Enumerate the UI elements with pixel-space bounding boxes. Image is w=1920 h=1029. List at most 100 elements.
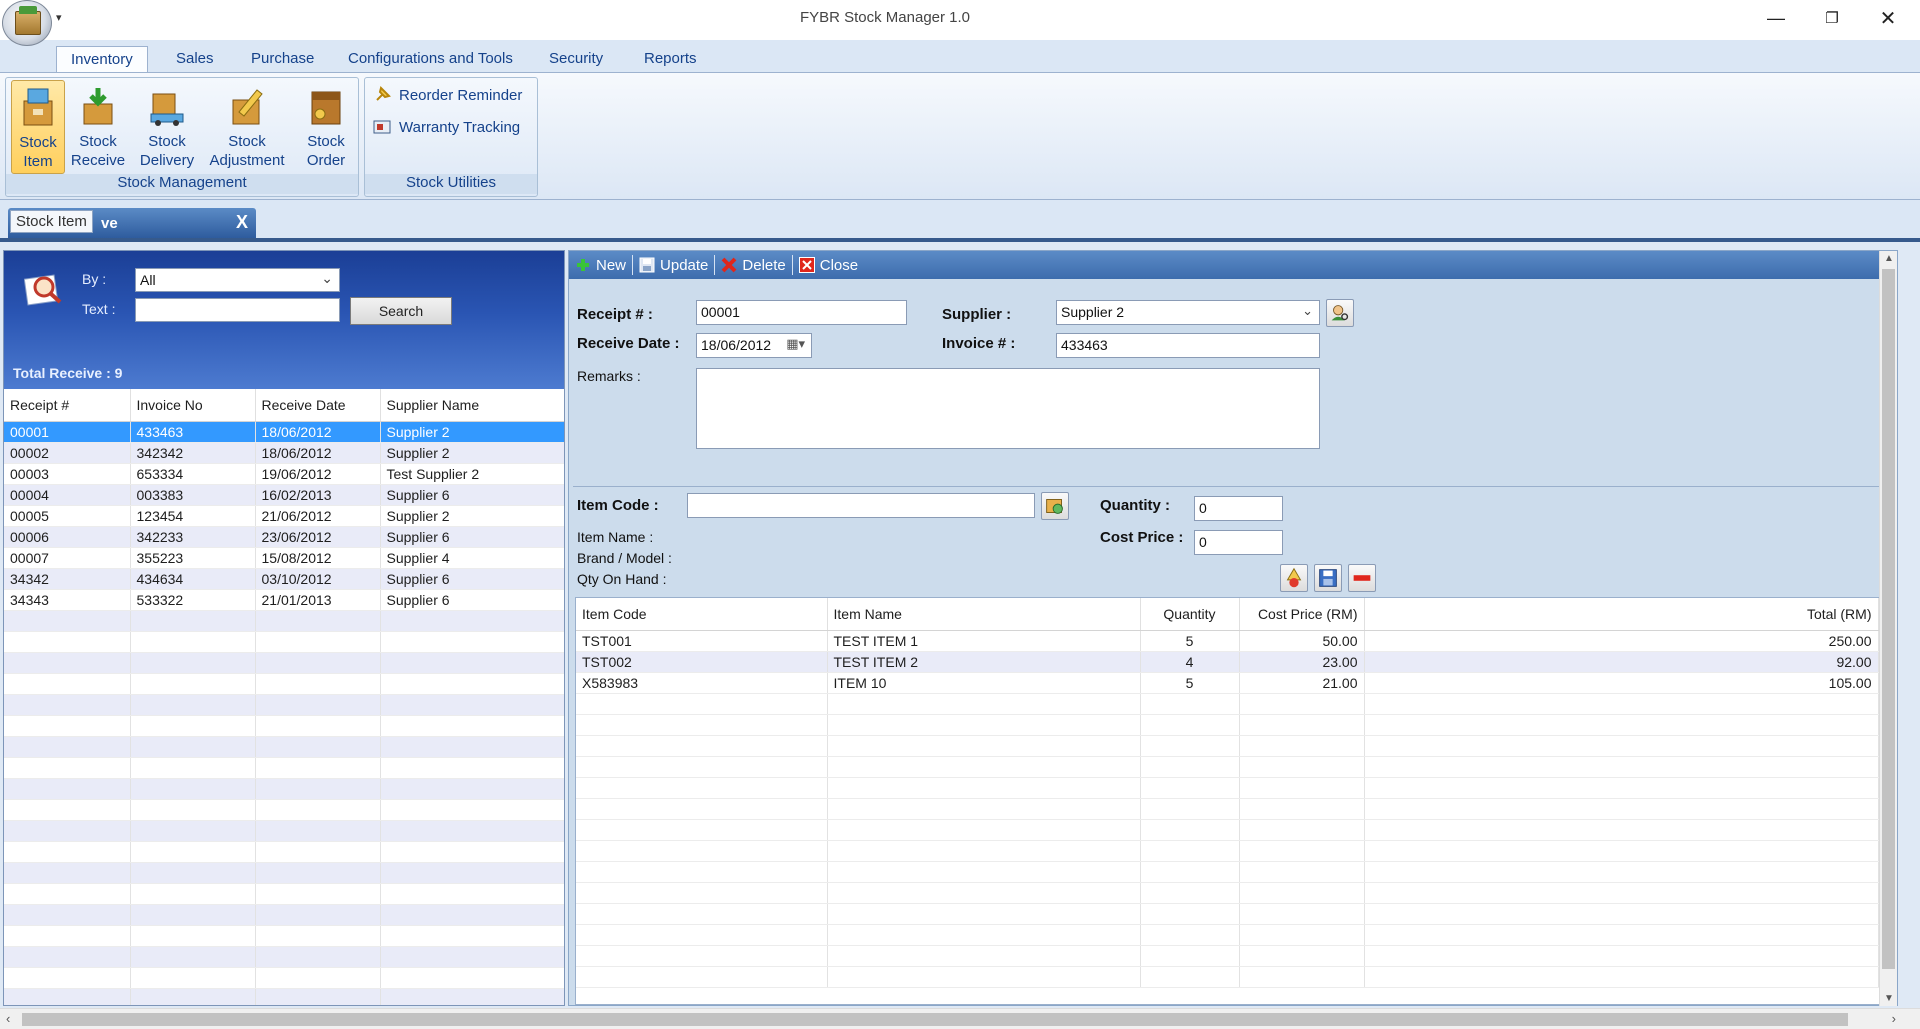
reorder-reminder-button[interactable]: Reorder Reminder bbox=[373, 82, 522, 108]
supplier-lookup-button[interactable] bbox=[1326, 299, 1354, 327]
window-title: FYBR Stock Manager 1.0 bbox=[799, 9, 971, 26]
item-code-input[interactable] bbox=[687, 493, 1035, 518]
receipt-cell bbox=[130, 631, 256, 653]
new-button[interactable]: New bbox=[569, 253, 632, 277]
item-row[interactable]: TST001 TEST ITEM 1 5 50.00 250.00 bbox=[576, 630, 1879, 652]
item-row[interactable]: TST002 TEST ITEM 2 4 23.00 92.00 bbox=[576, 651, 1879, 673]
col-invoice-no[interactable]: Invoice No bbox=[130, 389, 256, 422]
item-cell bbox=[576, 798, 828, 820]
search-button[interactable]: Search bbox=[350, 297, 452, 325]
receipt-cell bbox=[255, 778, 381, 800]
receipt-cell: 18/06/2012 bbox=[255, 421, 381, 443]
receipt-cell bbox=[380, 694, 564, 716]
item-cell bbox=[1140, 819, 1240, 841]
scroll-left-icon[interactable]: ‹ bbox=[6, 1011, 10, 1026]
document-tab-label[interactable]: Stock Item bbox=[10, 210, 93, 233]
scroll-thumb[interactable] bbox=[1882, 269, 1895, 969]
scroll-up-icon[interactable]: ▲ bbox=[1880, 253, 1898, 264]
update-button[interactable]: Update bbox=[633, 253, 714, 277]
receipt-row[interactable]: 00004 003383 16/02/2013 Supplier 6 bbox=[4, 484, 564, 506]
search-by-dropdown[interactable]: All ⌄ bbox=[135, 268, 340, 292]
receive-date-picker[interactable]: 18/06/2012 ▦▾ bbox=[696, 333, 812, 358]
col-item-name[interactable]: Item Name bbox=[827, 598, 1141, 631]
stock-adjustment-button[interactable]: Stock Adjustment bbox=[207, 80, 287, 174]
item-cell bbox=[576, 924, 828, 946]
receipt-cell bbox=[4, 841, 131, 863]
quantity-input[interactable]: 0 bbox=[1194, 496, 1283, 521]
receipt-number-input[interactable]: 00001 bbox=[696, 300, 907, 325]
warranty-tracking-button[interactable]: Warranty Tracking bbox=[373, 114, 520, 140]
col-cost-price[interactable]: Cost Price (RM) bbox=[1239, 598, 1365, 631]
item-cell bbox=[1364, 882, 1879, 904]
item-cell: 21.00 bbox=[1239, 672, 1365, 694]
receipt-cell bbox=[255, 988, 381, 1005]
horizontal-scroll-thumb[interactable] bbox=[22, 1013, 1848, 1026]
receipt-row[interactable]: 00007 355223 15/08/2012 Supplier 4 bbox=[4, 547, 564, 569]
add-item-button[interactable] bbox=[1280, 564, 1308, 592]
search-text-input[interactable] bbox=[135, 298, 340, 322]
receipt-cell bbox=[255, 820, 381, 842]
close-button[interactable]: Close bbox=[793, 253, 864, 277]
item-cell bbox=[576, 693, 828, 715]
col-receive-date[interactable]: Receive Date bbox=[255, 389, 381, 422]
tab-configurations-and-tools[interactable]: Configurations and Tools bbox=[334, 46, 527, 72]
empty-row bbox=[4, 988, 564, 1005]
col-quantity[interactable]: Quantity bbox=[1140, 598, 1240, 631]
item-name-label: Item Name : bbox=[577, 529, 654, 545]
stock-delivery-button[interactable]: Stock Delivery bbox=[137, 80, 197, 174]
close-tab-button[interactable]: X bbox=[236, 212, 248, 233]
tab-inventory[interactable]: Inventory bbox=[56, 46, 148, 72]
invoice-number-input[interactable]: 433463 bbox=[1056, 333, 1320, 358]
save-item-button[interactable] bbox=[1314, 564, 1342, 592]
item-lookup-button[interactable] bbox=[1041, 492, 1069, 520]
tab-reports[interactable]: Reports bbox=[630, 46, 711, 72]
col-item-code[interactable]: Item Code bbox=[576, 598, 828, 631]
stock-receive-button[interactable]: Stock Receive bbox=[69, 80, 127, 174]
col-receipt-number[interactable]: Receipt # bbox=[4, 389, 131, 422]
receipt-row[interactable]: 34342 434634 03/10/2012 Supplier 6 bbox=[4, 568, 564, 590]
invoice-number-label: Invoice # : bbox=[942, 335, 1016, 352]
col-total[interactable]: Total (RM) bbox=[1364, 598, 1879, 631]
receipt-row[interactable]: 00006 342233 23/06/2012 Supplier 6 bbox=[4, 526, 564, 548]
item-cell bbox=[1364, 945, 1879, 967]
item-cell bbox=[827, 882, 1141, 904]
cost-price-input[interactable]: 0 bbox=[1194, 530, 1283, 555]
receipt-cell bbox=[130, 988, 256, 1005]
item-row[interactable]: X583983 ITEM 10 5 21.00 105.00 bbox=[576, 672, 1879, 694]
empty-row bbox=[4, 820, 564, 842]
app-menu-button[interactable] bbox=[2, 0, 52, 46]
receipt-row[interactable]: 00003 653334 19/06/2012 Test Supplier 2 bbox=[4, 463, 564, 485]
minimize-button[interactable]: — bbox=[1748, 0, 1804, 36]
item-cell bbox=[1364, 756, 1879, 778]
delete-button[interactable]: Delete bbox=[715, 253, 791, 277]
receipt-row[interactable]: 00001 433463 18/06/2012 Supplier 2 bbox=[4, 421, 564, 443]
detail-vertical-scrollbar[interactable]: ▲ ▼ bbox=[1879, 251, 1897, 1006]
remove-item-button[interactable] bbox=[1348, 564, 1376, 592]
item-cell bbox=[827, 735, 1141, 757]
supplier-dropdown[interactable]: Supplier 2 ⌄ bbox=[1056, 300, 1320, 325]
scroll-right-icon[interactable]: › bbox=[1892, 1011, 1896, 1026]
tab-purchase[interactable]: Purchase bbox=[237, 46, 328, 72]
calendar-icon[interactable]: ▦▾ bbox=[786, 336, 805, 352]
close-window-button[interactable]: ✕ bbox=[1860, 0, 1916, 36]
stock-item-button[interactable]: Stock Item bbox=[11, 80, 65, 174]
receipt-row[interactable]: 00002 342342 18/06/2012 Supplier 2 bbox=[4, 442, 564, 464]
scroll-down-icon[interactable]: ▼ bbox=[1880, 993, 1898, 1004]
col-supplier-name[interactable]: Supplier Name bbox=[380, 389, 564, 422]
user-search-icon bbox=[1331, 305, 1349, 321]
stock-order-button[interactable]: Stock Order bbox=[300, 80, 352, 174]
receipt-cell bbox=[255, 652, 381, 674]
document-tab[interactable]: ve Stock Item X bbox=[8, 208, 256, 238]
receipt-row[interactable]: 34343 533322 21/01/2013 Supplier 6 bbox=[4, 589, 564, 611]
item-cell bbox=[576, 903, 828, 925]
receipt-grid-header: Receipt # Invoice No Receive Date Suppli… bbox=[4, 389, 564, 422]
horizontal-scrollbar[interactable]: ‹ › bbox=[0, 1008, 1920, 1029]
receipt-cell bbox=[380, 631, 564, 653]
item-cell bbox=[1140, 903, 1240, 925]
restore-button[interactable]: ❐ bbox=[1804, 0, 1860, 36]
tab-security[interactable]: Security bbox=[535, 46, 617, 72]
receipt-row[interactable]: 00005 123454 21/06/2012 Supplier 2 bbox=[4, 505, 564, 527]
remarks-textarea[interactable] bbox=[696, 368, 1320, 449]
item-cell bbox=[827, 693, 1141, 715]
tab-sales[interactable]: Sales bbox=[162, 46, 228, 72]
